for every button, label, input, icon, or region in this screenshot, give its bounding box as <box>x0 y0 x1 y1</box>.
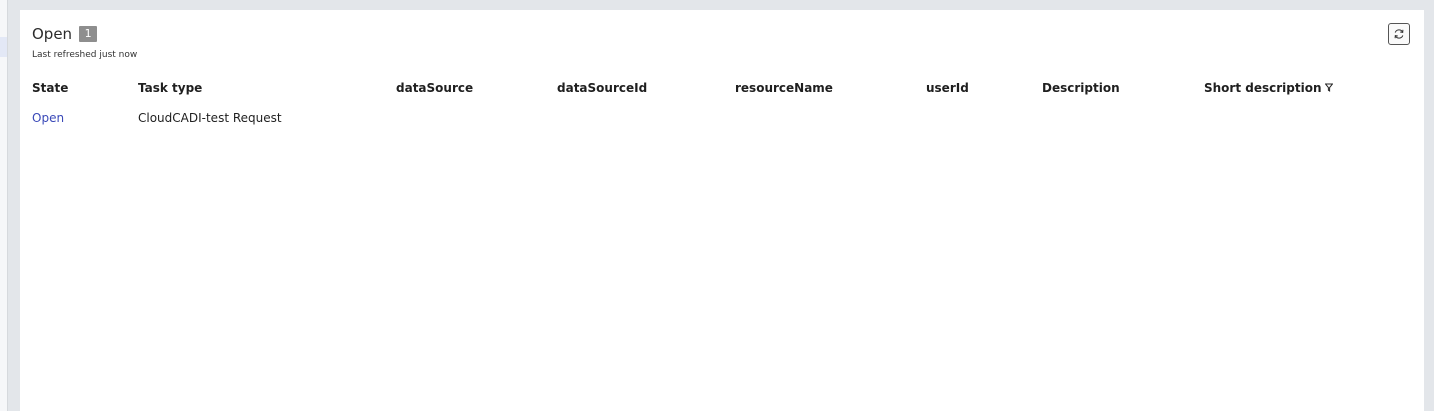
panel-header: Open 1 <box>32 24 98 44</box>
refresh-button[interactable] <box>1388 23 1410 45</box>
filter-icon[interactable] <box>1323 81 1334 95</box>
column-header-userid[interactable]: userId <box>926 81 969 95</box>
column-header-short-description[interactable]: Short description <box>1204 81 1334 95</box>
row-task-type: CloudCADI-test Request <box>138 111 282 125</box>
column-header-datasource[interactable]: dataSource <box>396 81 473 95</box>
panel-title: Open <box>32 25 73 43</box>
sidebar-active-marker <box>0 37 7 57</box>
last-refreshed-text: Last refreshed just now <box>32 50 138 60</box>
row-state-link[interactable]: Open <box>32 111 64 125</box>
column-header-task-type[interactable]: Task type <box>138 81 202 95</box>
task-list-panel: Open 1 Last refreshed just now State Tas… <box>20 10 1424 411</box>
column-header-state[interactable]: State <box>32 81 68 95</box>
column-header-description[interactable]: Description <box>1042 81 1120 95</box>
count-badge: 1 <box>79 26 98 42</box>
refresh-icon <box>1393 25 1405 44</box>
column-header-datasourceid[interactable]: dataSourceId <box>557 81 647 95</box>
left-sidebar-strip <box>0 0 8 411</box>
short-description-label: Short description <box>1204 81 1322 95</box>
column-header-resourcename[interactable]: resourceName <box>735 81 833 95</box>
